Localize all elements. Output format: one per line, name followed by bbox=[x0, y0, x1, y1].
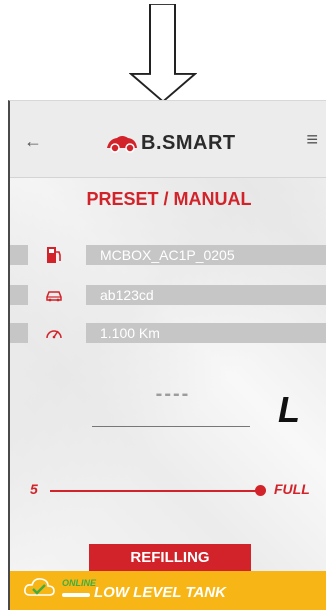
status-message: LOW LEVEL TANK bbox=[94, 584, 226, 601]
slider-max-label: FULL bbox=[274, 481, 310, 497]
slider-min-label: 5 bbox=[30, 481, 38, 497]
car-logo-icon bbox=[107, 136, 137, 153]
cloud-check-icon bbox=[24, 578, 55, 596]
online-indicator-bar bbox=[62, 593, 90, 597]
row-stub bbox=[10, 245, 28, 265]
top-bar: ← B.SMART ≡ bbox=[10, 101, 326, 178]
menu-button[interactable]: ≡ bbox=[306, 129, 318, 152]
row-stub bbox=[10, 323, 28, 343]
hamburger-icon: ≡ bbox=[306, 129, 318, 151]
brand-name: B.SMART bbox=[141, 131, 236, 154]
back-button[interactable]: ← bbox=[24, 131, 42, 152]
refilling-button[interactable]: REFILLING bbox=[89, 544, 251, 571]
status-banner: ONLINE LOW LEVEL TANK bbox=[10, 571, 326, 610]
down-arrow-pointer-icon bbox=[129, 4, 197, 103]
app-screen: ← B.SMART ≡ PRESET / MANUAL MCBOX_AC1P_0… bbox=[8, 100, 326, 610]
car-icon bbox=[46, 291, 62, 302]
station-row: MCBOX_AC1P_0205 bbox=[10, 245, 326, 265]
plate-field: ab123cd bbox=[86, 285, 326, 305]
app-logo: B.SMART bbox=[105, 131, 236, 155]
speedometer-icon bbox=[46, 330, 62, 339]
plate-row: ab123cd bbox=[10, 285, 326, 305]
quantity-slider-track[interactable] bbox=[50, 490, 260, 492]
quantity-slider-handle[interactable] bbox=[254, 485, 266, 496]
page-title: PRESET / MANUAL bbox=[86, 189, 252, 209]
unit-label: L bbox=[278, 389, 300, 430]
odometer-field: 1.100 Km bbox=[86, 323, 326, 343]
fuel-pump-icon bbox=[47, 247, 61, 263]
quantity-underline bbox=[92, 426, 250, 427]
arrow-left-icon: ← bbox=[24, 131, 42, 151]
online-status: ONLINE bbox=[62, 578, 97, 588]
station-field: MCBOX_AC1P_0205 bbox=[86, 245, 326, 265]
odometer-row: 1.100 Km bbox=[10, 323, 326, 343]
row-stub bbox=[10, 285, 28, 305]
